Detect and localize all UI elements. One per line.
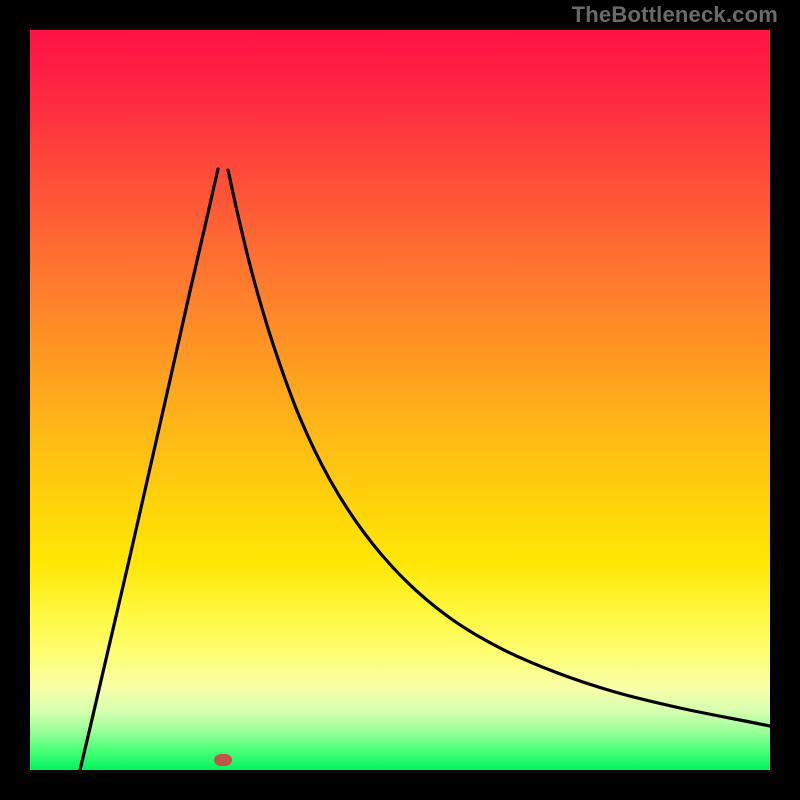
min-marker	[214, 754, 232, 766]
watermark-text: TheBottleneck.com	[572, 2, 778, 28]
chart-container: TheBottleneck.com	[0, 0, 800, 800]
plot-area	[30, 30, 770, 770]
heat-gradient	[30, 30, 770, 770]
